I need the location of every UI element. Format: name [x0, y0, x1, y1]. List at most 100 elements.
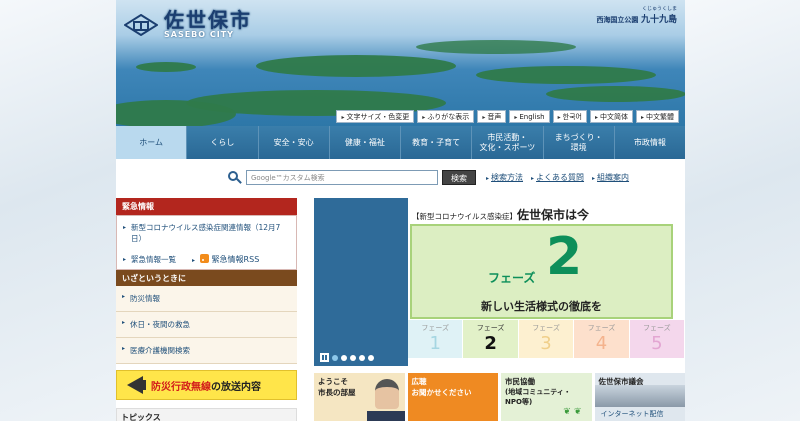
search-icon	[228, 170, 242, 185]
slide-dot-5[interactable]	[368, 354, 374, 361]
public-hearing-banner[interactable]: 広聴 お聞かせください	[407, 373, 498, 421]
emergency-rss-link[interactable]: 緊急情報RSS	[192, 254, 259, 265]
slide-dot-1[interactable]	[332, 354, 338, 361]
chinese-traditional-button[interactable]: 中文繁體	[635, 110, 679, 123]
readiness-heading: いざというときに	[116, 270, 297, 286]
background-right	[685, 0, 800, 421]
nav-town-planning[interactable]: まちづくり・ 環境	[543, 126, 615, 159]
sprout-icon: ❦ ❦	[563, 407, 582, 417]
phase-tab-5: フェーズ 5	[629, 320, 686, 358]
emergency-heading: 緊急情報	[116, 198, 297, 215]
phase-tab-label: フェーズ	[476, 324, 505, 332]
citizen-collaboration-banner[interactable]: 市民協働 (地域コミュニティ・ NPO等) ❦ ❦	[501, 373, 592, 421]
nav-safety[interactable]: 安全・安心	[258, 126, 330, 159]
phase-tab-2: フェーズ 2	[463, 320, 519, 358]
global-nav: ホーム くらし 安全・安心 健康・福祉 教育・子育て 市民活動・ 文化・スポーツ…	[116, 126, 685, 159]
slider-controls	[320, 353, 374, 362]
logo-city-name: 佐世保市	[164, 8, 252, 32]
phase-tab-number: 4	[595, 333, 608, 354]
nav-health-welfare[interactable]: 健康・福祉	[329, 126, 401, 159]
covid-title: 佐世保市は今	[517, 208, 590, 222]
disaster-radio-suffix: の放送内容	[211, 381, 261, 393]
topics-heading: トピックス	[116, 408, 297, 421]
phase-tab-number: 2	[484, 333, 497, 354]
disaster-radio-title: 防災行政無線	[151, 381, 211, 393]
citizen-line3: NPO等)	[505, 398, 533, 406]
background-left	[0, 0, 116, 421]
mayor-photo	[374, 379, 399, 409]
readiness-list: 防災情報 休日・夜間の救急 医療介護機関検索	[116, 286, 297, 364]
furigana-button[interactable]: ふりがな表示	[417, 110, 475, 123]
emergency-rss-label: 緊急情報RSS	[211, 255, 260, 264]
search-bar: 検索 検索方法 よくある質問 組織案内	[228, 170, 629, 185]
rss-icon	[199, 254, 209, 263]
citizen-line1: 市民協働	[505, 377, 535, 386]
phase-tab-3: フェーズ 3	[518, 320, 575, 358]
disaster-radio-banner[interactable]: 防災行政無線の放送内容	[116, 370, 297, 400]
search-button[interactable]: 検索	[442, 170, 476, 185]
emergency-list-link[interactable]: 緊急情報一覧	[123, 254, 176, 265]
phase-tab-4: フェーズ 4	[574, 320, 630, 358]
utility-bar: 文字サイズ・色変更 ふりがな表示 音声 English 한국어 中文简体 中文繁…	[336, 110, 679, 123]
phase-tab-number: 3	[540, 333, 552, 354]
emergency-panel: 新型コロナウイルス感染症関連情報（12月7日） 緊急情報一覧 緊急情報RSS	[116, 215, 297, 270]
phase-tab-1: フェーズ 1	[408, 320, 464, 358]
phase-message: 新しい生活様式の徹底を	[481, 300, 602, 313]
audio-button[interactable]: 音声	[477, 110, 507, 123]
left-column: 緊急情報 新型コロナウイルス感染症関連情報（12月7日） 緊急情報一覧 緊急情報…	[116, 198, 297, 421]
park-ruby: くじゅうくしま	[641, 6, 677, 12]
phase-tab-number: 5	[651, 333, 663, 354]
main-slider[interactable]: 【新型コロナウイルス感染症】佐世保市は今 フェーズ 2 新しい生活様式の徹底を …	[314, 198, 686, 366]
slide-dot-3[interactable]	[350, 354, 356, 361]
disaster-info-link[interactable]: 防災情報	[116, 286, 297, 312]
phase-tab-label: フェーズ	[532, 324, 560, 332]
council-title: 佐世保市議会	[598, 377, 644, 386]
nav-education[interactable]: 教育・子育て	[401, 126, 473, 159]
city-logo[interactable]: 佐世保市 SASEBO CITY	[124, 10, 252, 39]
citizen-line2: (地域コミュニティ・	[505, 388, 571, 396]
park-name: 九十九島	[640, 15, 677, 25]
covid-slide[interactable]: 【新型コロナウイルス感染症】佐世保市は今 フェーズ 2 新しい生活様式の徹底を …	[408, 198, 686, 366]
pause-icon[interactable]	[320, 353, 329, 362]
english-button[interactable]: English	[509, 110, 550, 123]
hearing-line1: 広聴	[411, 377, 427, 386]
header-banner: 佐世保市 SASEBO CITY くじゅうくしま 西海国立公園 九十九島 文字サ…	[116, 0, 685, 126]
organization-link[interactable]: 組織案内	[592, 172, 629, 183]
council-stream-link[interactable]: インターネット配信	[601, 409, 664, 419]
megaphone-icon	[121, 374, 147, 396]
nav-home[interactable]: ホーム	[116, 126, 188, 159]
city-emblem-icon	[124, 13, 158, 36]
slide-dot-2[interactable]	[341, 354, 347, 361]
page: 佐世保市 SASEBO CITY くじゅうくしま 西海国立公園 九十九島 文字サ…	[116, 0, 686, 421]
search-help-link[interactable]: 検索方法	[486, 172, 523, 183]
mayor-banner[interactable]: ようこそ 市長の部屋	[314, 373, 405, 421]
phase-tab-label: フェーズ	[587, 324, 616, 332]
phase-number: 2	[546, 227, 583, 287]
nav-living[interactable]: くらし	[187, 126, 259, 159]
korean-button[interactable]: 한국어	[552, 110, 587, 123]
search-input[interactable]	[246, 170, 438, 185]
phase-tab-label: フェーズ	[421, 324, 450, 332]
phase-label: フェーズ	[488, 271, 536, 285]
nav-citizen-activity[interactable]: 市民活動・ 文化・スポーツ	[472, 126, 544, 159]
park-label: 西海国立公園	[596, 16, 639, 24]
mayor-suit	[366, 411, 405, 421]
hearing-line2: お聞かせください	[411, 388, 472, 397]
city-council-banner[interactable]: 佐世保市議会 インターネット配信	[594, 373, 685, 421]
bottom-banners: ようこそ 市長の部屋 広聴 お聞かせください 市民協働 (地域コミュニティ・ N…	[314, 373, 685, 421]
faq-link[interactable]: よくある質問	[531, 172, 584, 183]
covid-tag: 【新型コロナウイルス感染症】	[412, 212, 517, 221]
phase-tab-number: 1	[429, 333, 441, 354]
national-park-label: くじゅうくしま 西海国立公園 九十九島	[596, 5, 677, 25]
phase-scale: フェーズ 1 フェーズ 2 フェーズ 3 フェーズ 4 フェーズ 5	[408, 320, 686, 358]
nav-city-government[interactable]: 市政情報	[614, 126, 685, 159]
font-size-color-button[interactable]: 文字サイズ・色変更	[336, 110, 415, 123]
medical-search-link[interactable]: 医療介護機関検索	[116, 338, 297, 364]
phase-tab-label: フェーズ	[643, 324, 671, 332]
emergency-covid-link[interactable]: 新型コロナウイルス感染症関連情報（12月7日）	[123, 222, 290, 244]
current-phase-box: フェーズ 2 新しい生活様式の徹底を	[410, 224, 673, 319]
council-hall-image	[594, 385, 685, 407]
chinese-simplified-button[interactable]: 中文简体	[589, 110, 633, 123]
slide-dot-4[interactable]	[359, 354, 365, 361]
emergency-care-link[interactable]: 休日・夜間の救急	[116, 312, 297, 338]
